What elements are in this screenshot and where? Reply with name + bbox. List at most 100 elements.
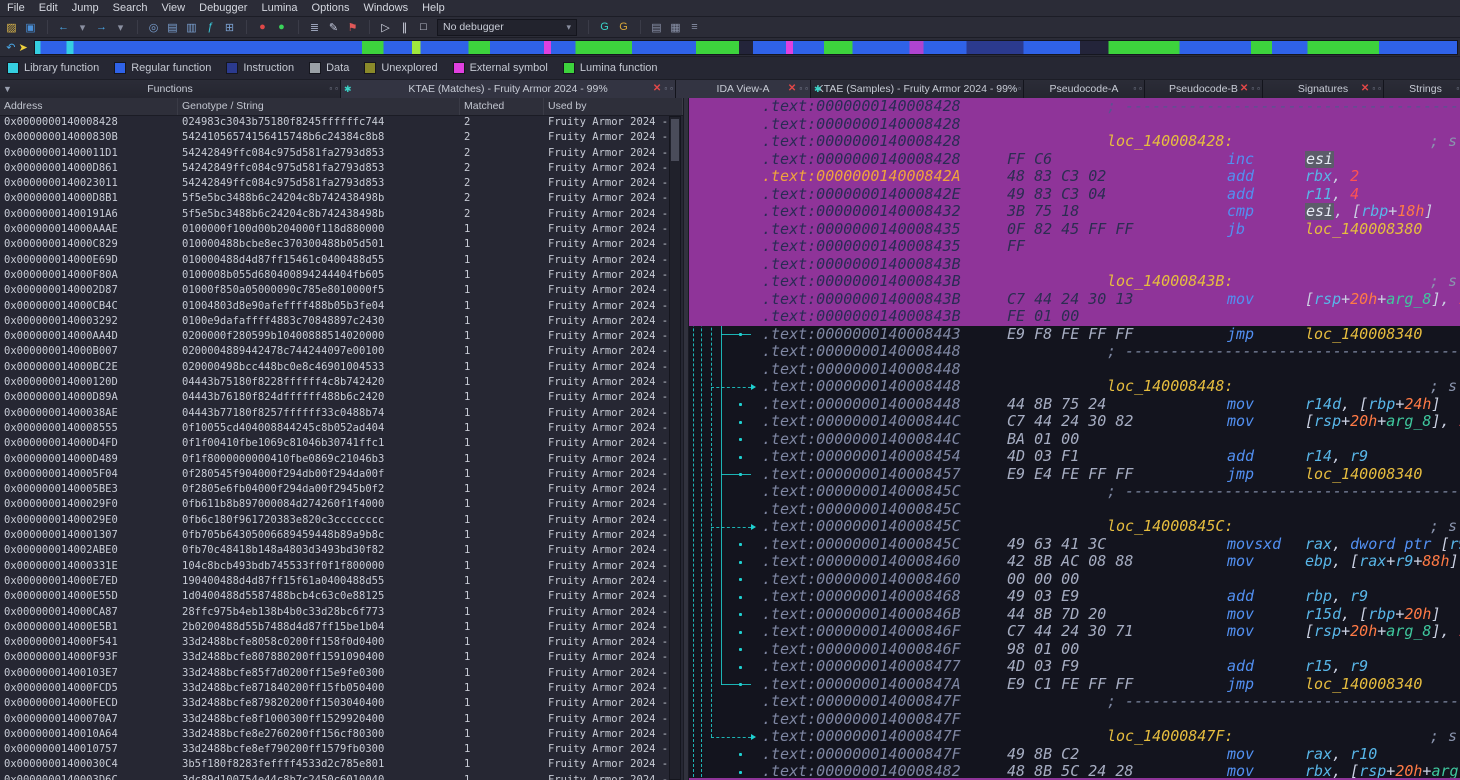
table-row[interactable]: 0x00000001400029F00fb611b8b897000084d274… [0, 497, 683, 512]
table-row[interactable]: 0x000000014002ABE00fb70c48418b148a4803d3… [0, 543, 683, 558]
table-row[interactable]: 0x000000014000FECD33d2488bcfe879820200ff… [0, 696, 683, 711]
close-icon[interactable]: ✕ [1240, 84, 1248, 94]
disasm-instruction-line[interactable]: .text:00000001400084544D 03 F1addr14, r9 [689, 448, 1460, 466]
tab-strings[interactable]: Strings▫▫ [1384, 80, 1460, 98]
menu-item-help[interactable]: Help [415, 1, 452, 16]
segments-icon[interactable]: ▤ [163, 18, 182, 36]
tab-ktae-samples-fruity-armor-2024-99[interactable]: ✱KTAE (Samples) - Fruity Armor 2024 - 99… [811, 80, 1024, 98]
navigate-forward-icon[interactable]: → [92, 18, 111, 36]
menu-item-debugger[interactable]: Debugger [192, 1, 254, 16]
table-row[interactable]: 0x0000000140005F040f280545f904000f294db0… [0, 467, 683, 482]
column-header-address[interactable]: Address [0, 98, 178, 115]
table-row[interactable]: 0x000000014000CA8728ffc975b4eb138b4b0c33… [0, 605, 683, 620]
table-row[interactable]: 0x00000001400032920100e9dafaffff4883c708… [0, 314, 683, 329]
table-row[interactable]: 0x000000014000C829010000488bcbe8ec370300… [0, 237, 683, 252]
disasm-instruction-line[interactable]: .text:000000014000846849 03 E9addrbp, r9 [689, 588, 1460, 606]
menu-item-windows[interactable]: Windows [356, 1, 415, 16]
disasm-label-line[interactable]: .text:0000000140008428loc_140008428:; s [689, 133, 1460, 151]
breakpoint-icon[interactable]: ● [253, 18, 272, 36]
back-history-icon[interactable]: ▾ [73, 18, 92, 36]
disasm-line[interactable]: .text:0000000140008448 [689, 361, 1460, 379]
table-row[interactable]: 0x00000001400070A733d2488bcfe8f1000300ff… [0, 712, 683, 727]
menu-item-options[interactable]: Options [305, 1, 357, 16]
table-row[interactable]: 0x000000014000830B54241056574156415748b6… [0, 130, 683, 145]
disasm-instruction-line[interactable]: .text:000000014000846FC7 44 24 30 71mov[… [689, 623, 1460, 641]
text-view-icon[interactable]: ≣ [305, 18, 324, 36]
table-row[interactable]: 0x000000014000F93F33d2488bcfe807880200ff… [0, 650, 683, 665]
close-icon[interactable]: ✕ [788, 84, 796, 94]
disasm-instruction-line[interactable]: .text:000000014000844844 8B 75 24movr14d… [689, 396, 1460, 414]
table-row[interactable]: 0x000000014000AA4D0200000f280599b1040088… [0, 329, 683, 344]
bookmark-icon[interactable]: ⚑ [343, 18, 362, 36]
disasm-instruction-line[interactable]: .text:0000000140008443E9 F8 FE FF FFjmpl… [689, 326, 1460, 344]
disasm-line[interactable]: .text:000000014000844CBA 01 00 [689, 431, 1460, 449]
navigate-back-icon[interactable]: ← [54, 18, 73, 36]
disasm-instruction-line[interactable]: .text:0000000140008457E9 E4 FE FF FFjmpl… [689, 466, 1460, 484]
disasm-line[interactable]: .text:000000014000843B [689, 256, 1460, 274]
close-icon[interactable]: ✕ [653, 84, 661, 94]
resume-icon[interactable]: ● [272, 18, 291, 36]
menu-item-file[interactable]: File [0, 1, 32, 16]
maximize-window-icon[interactable]: ▫ [805, 85, 808, 93]
disasm-instruction-line[interactable]: .text:000000014000842E49 83 C3 04addr11,… [689, 186, 1460, 204]
disasm-instruction-line[interactable]: .text:000000014000844CC7 44 24 30 82mov[… [689, 413, 1460, 431]
disasm-instruction-line[interactable]: .text:000000014000846042 8B AC 08 88move… [689, 553, 1460, 571]
table-row[interactable]: 0x000000014000FCD533d2488bcfe871840200ff… [0, 681, 683, 696]
disasm-separator-line[interactable]: .text:000000014000845C; ----------------… [689, 483, 1460, 501]
disasm-instruction-line[interactable]: .text:00000001400084774D 03 F9addr15, r9 [689, 658, 1460, 676]
maximize-window-icon[interactable]: ▫ [1378, 85, 1381, 93]
jump-address-icon[interactable]: ◎ [144, 18, 163, 36]
navigation-band[interactable] [34, 40, 1458, 55]
maximize-window-icon[interactable]: ▫ [1257, 85, 1260, 93]
disasm-line[interactable]: .text:0000000140008435FF [689, 238, 1460, 256]
disasm-instruction-line[interactable]: .text:000000014000845C49 63 41 3Cmovsxdr… [689, 536, 1460, 554]
column-header-used-by[interactable]: Used by [544, 98, 683, 115]
disasm-instruction-line[interactable]: .text:000000014000847F49 8B C2movrax, r1… [689, 746, 1460, 764]
table-row[interactable]: 0x0000000140010A6433d2488bcfe8e2760200ff… [0, 727, 683, 742]
table-row[interactable]: 0x00000001400029E00fb6c180f961720383e820… [0, 513, 683, 528]
table-row[interactable]: 0x00000001400030C43b5f180f8283feffff4533… [0, 757, 683, 772]
table-row[interactable]: 0x000000014001075733d2488bcfe8ef790200ff… [0, 742, 683, 757]
table-row[interactable]: 0x000000014000D4FD0f1f00410fbe1069c81046… [0, 436, 683, 451]
table-row[interactable]: 0x000000014000120D04443b75180f8228ffffff… [0, 375, 683, 390]
disasm-separator-line[interactable]: .text:0000000140008448; ----------------… [689, 343, 1460, 361]
table-row[interactable]: 0x0000000140003D6C3dc89d100754e44c8b7c24… [0, 773, 683, 780]
float-window-icon[interactable]: ▫ [1456, 85, 1459, 93]
table-row[interactable]: 0x000000014000AAAE0100000f100d00b204000f… [0, 222, 683, 237]
maximize-window-icon[interactable]: ▫ [1018, 85, 1021, 93]
stop-process-icon[interactable]: □ [414, 18, 433, 36]
table-row[interactable]: 0x0000000140008428024983c3043b75180f8245… [0, 115, 683, 130]
table-row[interactable]: 0x00000001400085550f10055cd404008844245c… [0, 421, 683, 436]
options-list-icon[interactable]: ≡ [685, 18, 704, 36]
disasm-separator-line[interactable]: .text:0000000140008428; ----------------… [689, 98, 1460, 116]
debugger-selector[interactable]: No debugger▾ [437, 19, 577, 36]
menu-item-edit[interactable]: Edit [32, 1, 65, 16]
tab-functions[interactable]: ▼Functions▫▫ [0, 80, 341, 98]
disasm-line[interactable]: .text:0000000140008428 [689, 116, 1460, 134]
float-window-icon[interactable]: ▫ [664, 85, 667, 93]
table-row[interactable]: 0x00000001400191A65f5e5bc3488b6c24204c8b… [0, 207, 683, 222]
float-window-icon[interactable]: ▫ [1133, 85, 1136, 93]
disasm-instruction-line[interactable]: .text:000000014000847AE9 C1 FE FF FFjmpl… [689, 676, 1460, 694]
undo-navigation-icon[interactable]: ↶ [6, 41, 15, 54]
table-row[interactable]: 0x00000001400103E733d2488bcfe85f7d0200ff… [0, 666, 683, 681]
column-header-matched[interactable]: Matched [460, 98, 544, 115]
lumina-push-icon[interactable]: G [614, 18, 633, 36]
table-row[interactable]: 0x00000001400013070fb705b643050066894594… [0, 528, 683, 543]
table-row[interactable]: 0x000000014002301154242849ffc084c975d581… [0, 176, 683, 191]
maximize-window-icon[interactable]: ▫ [670, 85, 673, 93]
output-window-icon[interactable]: ▦ [666, 18, 685, 36]
disasm-instruction-line[interactable]: .text:00000001400084350F 82 45 FF FFjblo… [689, 221, 1460, 239]
disasm-line[interactable]: .text:000000014000846F98 01 00 [689, 641, 1460, 659]
disasm-line[interactable]: .text:000000014000847F [689, 711, 1460, 729]
names-window-icon[interactable]: ▥ [182, 18, 201, 36]
disasm-label-line[interactable]: .text:000000014000847Floc_14000847F:; s [689, 728, 1460, 746]
disasm-instruction-line[interactable]: .text:000000014000842A48 83 C3 02addrbx,… [689, 168, 1460, 186]
forward-history-icon[interactable]: ▾ [111, 18, 130, 36]
disasm-separator-line[interactable]: .text:000000014000847F; ----------------… [689, 693, 1460, 711]
table-row[interactable]: 0x0000000140005BE30f2805e6fb04000f294da0… [0, 482, 683, 497]
current-position-icon[interactable]: ➤ [19, 41, 28, 54]
windows-list-icon[interactable]: ▤ [647, 18, 666, 36]
disasm-instruction-line[interactable]: .text:0000000140008428FF C6incesi [689, 151, 1460, 169]
tab-signatures[interactable]: Signatures✕▫▫ [1263, 80, 1384, 98]
